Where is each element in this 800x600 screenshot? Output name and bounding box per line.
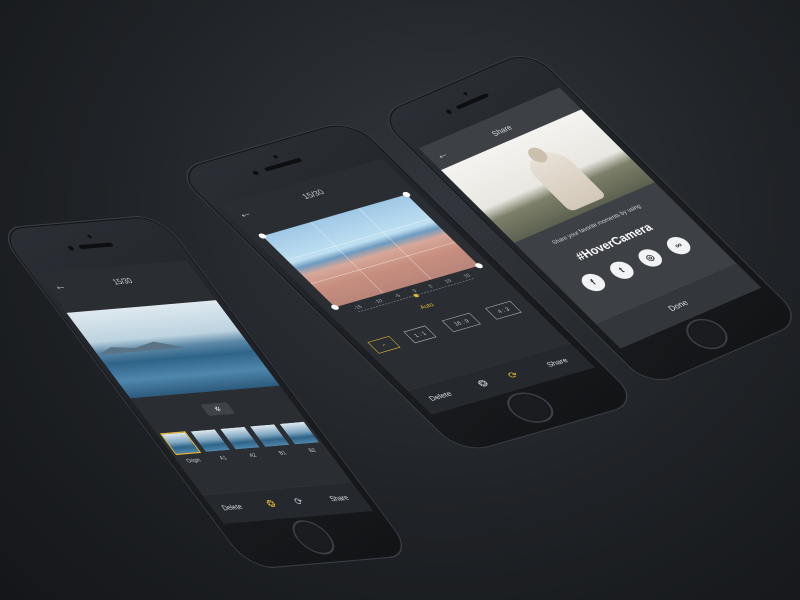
share-button[interactable]: Share: [327, 493, 351, 502]
dial-tick: 10: [443, 278, 453, 284]
front-sensor: [462, 91, 469, 96]
magic-wand-icon: ✲: [212, 404, 224, 414]
wechat-icon[interactable]: ∞: [662, 234, 696, 258]
auto-enhance-button[interactable]: ✲: [200, 402, 236, 416]
filter-strip: Origin A1 A2 B1 B2: [159, 421, 332, 469]
filter-label: B2: [306, 447, 318, 454]
bottom-toolbar: Delete ❂ ⟳ Share: [407, 343, 595, 415]
dial-tick: -5: [393, 292, 402, 299]
filters-icon[interactable]: ❂: [263, 498, 279, 510]
home-button[interactable]: [284, 518, 343, 556]
earpiece-speaker: [455, 93, 490, 110]
crop-grid-line: [310, 222, 384, 294]
crop-rotate-icon[interactable]: ⟳: [504, 369, 522, 381]
facebook-icon[interactable]: f: [576, 270, 610, 295]
dial-tick: 5: [427, 283, 435, 289]
front-sensor: [272, 154, 279, 159]
earpiece-speaker: [78, 242, 114, 250]
dial-tick: 15: [462, 272, 472, 279]
ratio-1-1-button[interactable]: 1 : 1: [403, 325, 437, 344]
filter-label: B1: [277, 449, 288, 456]
filter-label: A1: [217, 454, 229, 461]
ratio-16-9-button[interactable]: 16 : 9: [441, 312, 481, 333]
home-button[interactable]: [497, 388, 563, 428]
share-photo: [440, 109, 655, 243]
dial-tick: 0: [410, 288, 418, 294]
front-camera: [67, 245, 75, 251]
photo-mountains: [91, 338, 186, 355]
ratio-4-3-button[interactable]: 4 : 3: [485, 300, 522, 320]
crop-rotate-icon[interactable]: ⟳: [291, 496, 307, 508]
filters-icon[interactable]: ❂: [474, 378, 492, 390]
crop-grid-line: [310, 241, 456, 285]
earpiece-speaker: [263, 157, 303, 172]
instagram-icon[interactable]: ◎: [633, 246, 667, 270]
delete-button[interactable]: Delete: [220, 502, 245, 512]
bottom-toolbar: Delete ❂ ⟳ Share: [202, 481, 374, 524]
front-sensor: [86, 234, 93, 239]
twitter-icon[interactable]: t: [605, 258, 639, 282]
front-camera: [251, 170, 260, 176]
delete-button[interactable]: Delete: [427, 390, 455, 403]
crop-handle-bottom-right[interactable]: [473, 262, 485, 269]
ratio-free-button[interactable]: ⌐: [367, 335, 401, 354]
mockup-stage: ← 15/30 ✲ Origin A1 A2 B1 B2 Delete ❂ ⟳ …: [0, 0, 800, 600]
crop-grid-line: [358, 208, 432, 280]
share-button[interactable]: Share: [544, 356, 570, 368]
photo-preview: [66, 300, 280, 399]
filter-label: A2: [247, 452, 258, 459]
filter-label: Origin: [184, 456, 203, 464]
photo-counter: 15/30: [110, 276, 135, 287]
front-camera: [445, 109, 453, 115]
